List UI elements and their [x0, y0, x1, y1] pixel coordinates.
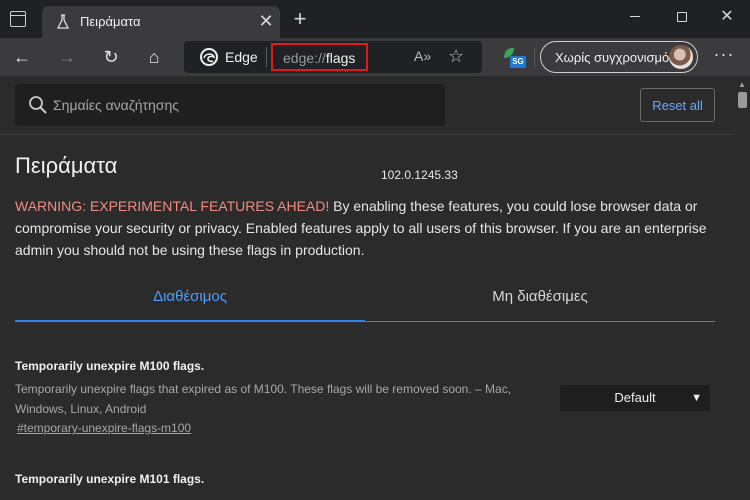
search-input[interactable] [53, 94, 433, 116]
toolbar-divider [534, 48, 535, 66]
tab-close-icon[interactable]: ✕ [256, 10, 276, 32]
search-icon [29, 96, 47, 114]
url-text: edge://flags [283, 50, 355, 66]
title-bar: Πειράματα ✕ + ✕ [0, 0, 750, 38]
address-divider [266, 47, 267, 67]
read-aloud-icon[interactable]: A» [414, 48, 431, 64]
flag-item: Temporarily unexpire M100 flags. Tempora… [15, 359, 715, 437]
back-button[interactable]: ← [8, 44, 36, 70]
home-button[interactable]: ⌂ [140, 44, 168, 70]
scrollbar[interactable]: ▲ [735, 76, 750, 500]
flag-state-value: Default [614, 390, 656, 405]
flags-page: Reset all ▲ Πειράματα 102.0.1245.33 WARN… [0, 76, 750, 500]
flags-tabs: Διαθέσιμος Μη διαθέσιμες [15, 282, 715, 324]
tab-active-indicator [15, 320, 365, 322]
url-highlight[interactable]: edge://flags [271, 43, 368, 71]
settings-menu-button[interactable]: ··· [710, 44, 738, 70]
browser-tab[interactable]: Πειράματα ✕ [42, 6, 280, 38]
version-label: 102.0.1245.33 [381, 168, 458, 182]
minimize-button[interactable] [620, 4, 650, 30]
maximize-icon [677, 11, 687, 22]
add-favorite-icon[interactable]: ☆ [448, 46, 464, 67]
new-tab-button[interactable]: + [290, 8, 310, 30]
flag-link[interactable]: #temporary-unexpire-flags-m100 [17, 421, 191, 435]
maximize-button[interactable] [667, 4, 697, 30]
reload-button[interactable]: ↻ [97, 44, 125, 70]
tab-title: Πειράματα [80, 14, 141, 29]
edge-logo-icon [200, 48, 218, 66]
tab-unavailable[interactable]: Μη διαθέσιμες [365, 282, 715, 322]
extension-badge: SG [510, 56, 526, 68]
page-title: Πειράματα [15, 153, 118, 178]
profile-label: Χωρίς συγχρονισμό [555, 50, 670, 65]
flag-item: Temporarily unexpire M101 flags. [15, 472, 715, 486]
flag-name: Temporarily unexpire M100 flags. [15, 359, 205, 373]
chevron-down-icon: ▼ [691, 392, 702, 404]
edge-brand-label: Edge [225, 49, 258, 65]
forward-button[interactable]: → [53, 44, 81, 70]
address-bar[interactable]: Edge edge://flags A» ☆ [184, 41, 482, 73]
url-host: flags [325, 50, 356, 66]
scroll-thumb[interactable] [738, 92, 747, 108]
warning-text: WARNING: EXPERIMENTAL FEATURES AHEAD! By… [15, 195, 725, 261]
reset-all-button[interactable]: Reset all [640, 88, 715, 122]
extension-button[interactable]: SG [500, 46, 526, 70]
profile-button[interactable]: Χωρίς συγχρονισμό [540, 41, 698, 73]
avatar [669, 45, 693, 69]
flag-description: Temporarily unexpire flags that expired … [15, 382, 512, 416]
scroll-up-icon[interactable]: ▲ [738, 80, 746, 89]
flask-icon [56, 14, 70, 29]
url-scheme: edge:// [283, 50, 326, 66]
flag-state-select[interactable]: Default ▼ [560, 385, 710, 411]
close-window-button[interactable]: ✕ [712, 4, 742, 30]
header-divider [0, 134, 735, 135]
browser-toolbar: ← → ↻ ⌂ Edge edge://flags A» ☆ SG Χωρίς … [0, 38, 750, 76]
search-box[interactable] [15, 84, 445, 126]
tab-available[interactable]: Διαθέσιμος [15, 282, 365, 322]
minimize-icon [630, 16, 640, 18]
tab-actions-icon[interactable] [10, 11, 26, 27]
flag-name: Temporarily unexpire M101 flags. [15, 472, 205, 486]
warning-prefix: WARNING: EXPERIMENTAL FEATURES AHEAD! [15, 198, 330, 214]
